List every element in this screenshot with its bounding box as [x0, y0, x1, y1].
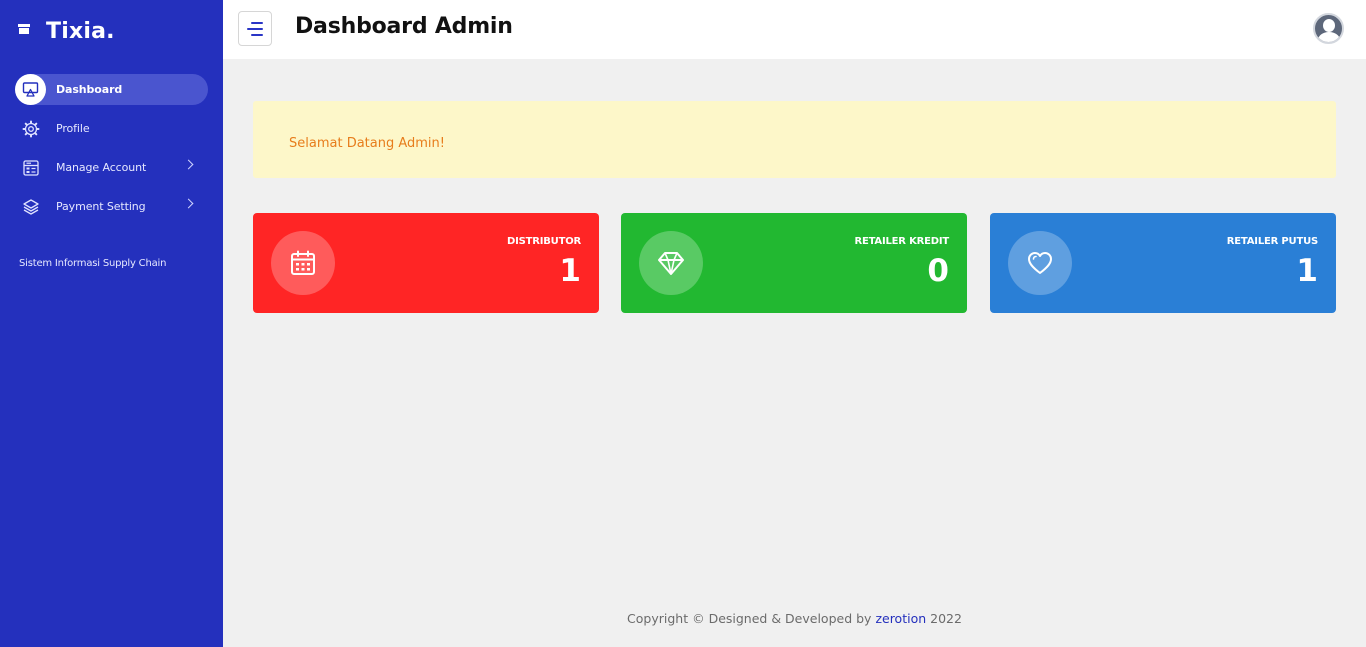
- sidebar-item-label: Dashboard: [56, 83, 123, 96]
- brand-logo[interactable]: Tixia.: [18, 16, 115, 46]
- stat-card-retailer-putus[interactable]: RETAILER PUTUS 1: [990, 213, 1336, 313]
- stat-card-value: 1: [559, 253, 581, 289]
- stat-card-label: RETAILER KREDIT: [854, 236, 949, 247]
- brand-name: Tixia.: [46, 18, 115, 44]
- sidebar-nav: Dashboard Profile Manage Account Payment…: [15, 74, 208, 230]
- hamburger-icon-line: [251, 34, 263, 36]
- monitor-icon: [15, 74, 46, 105]
- user-icon: [1323, 19, 1335, 32]
- avatar[interactable]: [1313, 13, 1344, 44]
- diamond-icon: [658, 252, 684, 275]
- sidebar-item-label: Profile: [56, 122, 90, 135]
- sidebar-item-dashboard[interactable]: Dashboard: [15, 74, 208, 105]
- stat-card-value: 0: [927, 253, 949, 289]
- page-title: Dashboard Admin: [295, 14, 513, 39]
- sidebar: Tixia. Dashboard Profile Manage Account …: [0, 0, 223, 647]
- user-icon-body: [1318, 32, 1340, 42]
- hamburger-icon: [251, 22, 263, 24]
- card-icon-circle: [271, 231, 335, 295]
- stat-card-label: DISTRIBUTOR: [506, 236, 581, 247]
- sidebar-item-profile[interactable]: Profile: [15, 113, 208, 144]
- stat-card-retailer-kredit[interactable]: RETAILER KREDIT 0: [621, 213, 967, 313]
- menu-toggle-button[interactable]: [238, 11, 272, 46]
- card-icon-circle: [639, 231, 703, 295]
- hamburger-icon-line: [247, 28, 263, 30]
- developer-link[interactable]: zerotion: [875, 611, 926, 626]
- calendar-icon: [291, 250, 315, 275]
- sidebar-item-manage-account[interactable]: Manage Account: [15, 152, 208, 183]
- welcome-alert: Selamat Datang Admin!: [253, 101, 1336, 178]
- copyright-text: Copyright © Designed & Developed by: [627, 611, 872, 626]
- cash-register-icon: [15, 152, 46, 183]
- chevron-right-icon: [183, 159, 194, 170]
- top-header: Dashboard Admin: [223, 0, 1366, 59]
- chevron-right-icon: [183, 198, 194, 209]
- sidebar-item-label: Payment Setting: [56, 200, 146, 213]
- sidebar-footer-text: Sistem Informasi Supply Chain: [19, 258, 167, 269]
- heart-icon: [1028, 252, 1052, 274]
- layers-icon: [15, 191, 46, 222]
- copyright-year: 2022: [930, 611, 962, 626]
- sidebar-item-label: Manage Account: [56, 161, 147, 174]
- gear-icon: [15, 113, 46, 144]
- archive-icon: [18, 24, 30, 34]
- stat-card-label: RETAILER PUTUS: [1226, 236, 1318, 247]
- stat-card-distributor[interactable]: DISTRIBUTOR 1: [253, 213, 599, 313]
- stat-card-value: 1: [1296, 253, 1318, 289]
- card-icon-circle: [1008, 231, 1072, 295]
- copyright-footer: Copyright © Designed & Developed by zero…: [223, 611, 1366, 626]
- sidebar-item-payment-setting[interactable]: Payment Setting: [15, 191, 208, 222]
- welcome-alert-text: Selamat Datang Admin!: [289, 136, 445, 151]
